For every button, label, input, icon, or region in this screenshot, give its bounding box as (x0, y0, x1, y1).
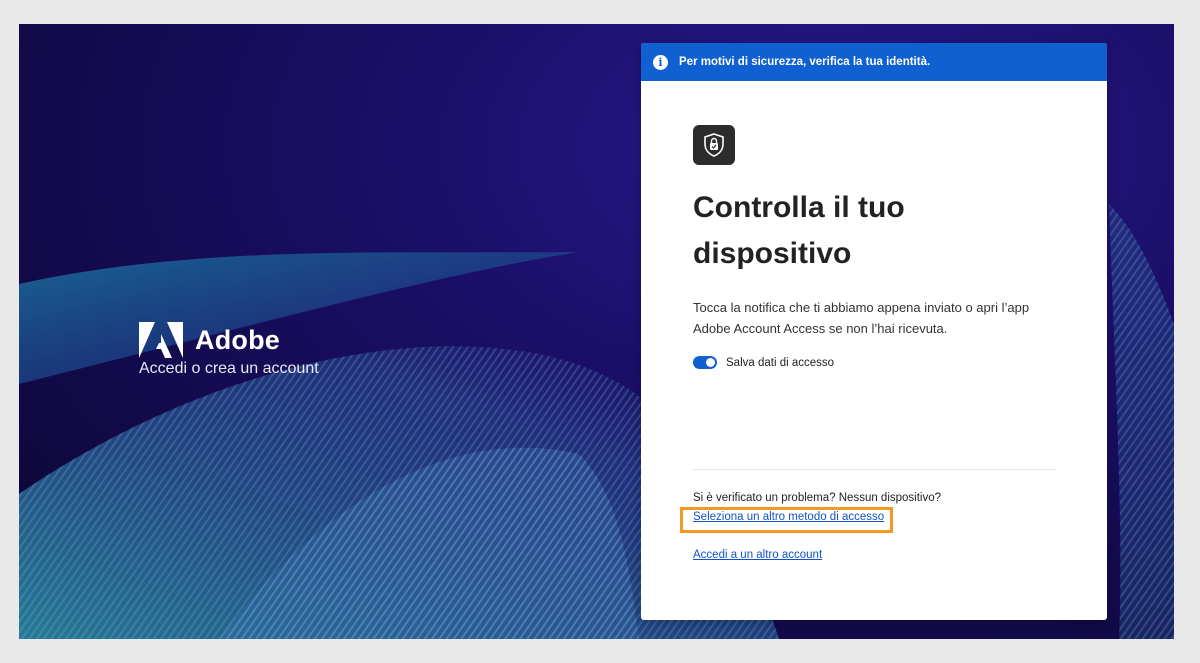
toggle-knob (706, 358, 715, 367)
save-login-toggle[interactable] (693, 356, 717, 369)
instruction-line-2: Adobe Account Access se non l’hai ricevu… (693, 321, 948, 336)
other-method-link[interactable]: Seleziona un altro metodo di accesso (693, 511, 884, 523)
brand-name: Adobe (195, 324, 280, 355)
card-content: Controlla il tuo dispositivo Tocca la no… (693, 125, 1055, 369)
shield-lock-icon (693, 125, 735, 165)
other-account-link[interactable]: Accedi a un altro account (693, 549, 822, 561)
save-login-row: Salva dati di accesso (693, 356, 1055, 369)
security-banner: i Per motivi di sicurezza, verifica la t… (641, 43, 1107, 81)
background-stage: Adobe Accedi o crea un account i Per mot… (19, 24, 1174, 639)
banner-text: Per motivi di sicurezza, verifica la tua… (679, 56, 931, 68)
title-line-1: Controlla il tuo (693, 191, 905, 224)
instruction-text: Tocca la notifica che ti abbiamo appena … (693, 297, 1055, 339)
title-line-2: dispositivo (693, 237, 852, 270)
brand-block: Adobe Accedi o crea un account (139, 322, 319, 378)
info-icon: i (653, 54, 668, 70)
problem-text: Si è verificato un problema? Nessun disp… (693, 492, 942, 504)
page-title: Controlla il tuo dispositivo (693, 185, 1055, 277)
divider (693, 469, 1056, 470)
brand-subtitle: Accedi o crea un account (139, 360, 319, 377)
save-login-label: Salva dati di accesso (726, 356, 835, 369)
adobe-logo-icon (139, 322, 183, 358)
verification-card: i Per motivi di sicurezza, verifica la t… (641, 43, 1107, 620)
instruction-line-1: Tocca la notifica che ti abbiamo appena … (693, 300, 1030, 315)
